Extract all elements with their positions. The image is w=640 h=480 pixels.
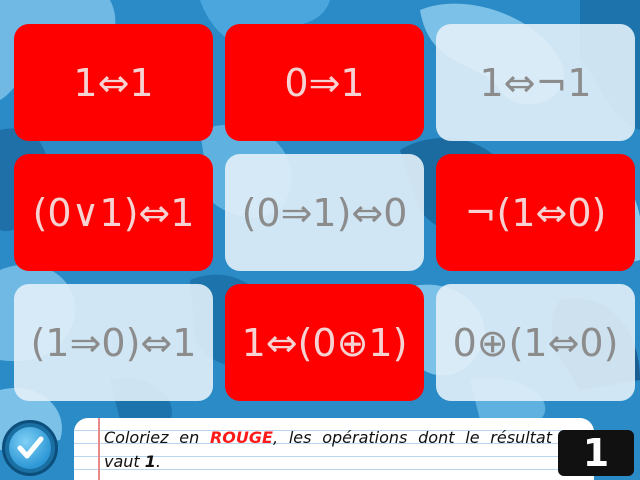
tile-label: 1⇔(0⊕1) — [241, 320, 408, 365]
tile-label: (0⇒1)⇔0 — [241, 190, 408, 235]
level-number: 1 — [582, 431, 610, 475]
instruction-part3: . — [155, 452, 162, 471]
tile-label: ¬(1⇔0) — [464, 190, 607, 235]
answer-tile[interactable]: (1⇒0)⇔1 — [14, 284, 213, 401]
tile-label: (0∨1)⇔1 — [32, 190, 195, 235]
answer-tile[interactable]: 1⇔¬1 — [436, 24, 635, 141]
tile-label: 0⊕(1⇔0) — [452, 320, 619, 365]
answer-tile[interactable]: 0⇒1 — [225, 24, 424, 141]
instruction-card: Coloriez en ROUGE, les opérations dont l… — [74, 418, 594, 480]
tile-label: 1⇔1 — [73, 60, 154, 105]
instruction-keyword: ROUGE — [209, 428, 273, 447]
answer-tile[interactable]: (0⇒1)⇔0 — [225, 154, 424, 271]
answer-tile[interactable]: ¬(1⇔0) — [436, 154, 635, 271]
validate-button-face — [9, 427, 51, 469]
tile-label: 0⇒1 — [284, 60, 365, 105]
instruction-text: Coloriez en ROUGE, les opérations dont l… — [104, 426, 552, 474]
answer-tile[interactable]: 1⇔(0⊕1) — [225, 284, 424, 401]
answer-tile[interactable]: (0∨1)⇔1 — [14, 154, 213, 271]
check-icon — [17, 436, 44, 459]
instruction-part1: Coloriez en — [104, 428, 210, 447]
answer-tile[interactable]: 1⇔1 — [14, 24, 213, 141]
answer-tile[interactable]: 0⊕(1⇔0) — [436, 284, 635, 401]
level-number-badge: 1 — [558, 430, 634, 476]
validate-button[interactable] — [2, 420, 58, 476]
tile-label: 1⇔¬1 — [479, 60, 592, 105]
tile-label: (1⇒0)⇔1 — [30, 320, 197, 365]
instruction-value: 1 — [144, 452, 156, 471]
margin-line — [98, 418, 100, 480]
